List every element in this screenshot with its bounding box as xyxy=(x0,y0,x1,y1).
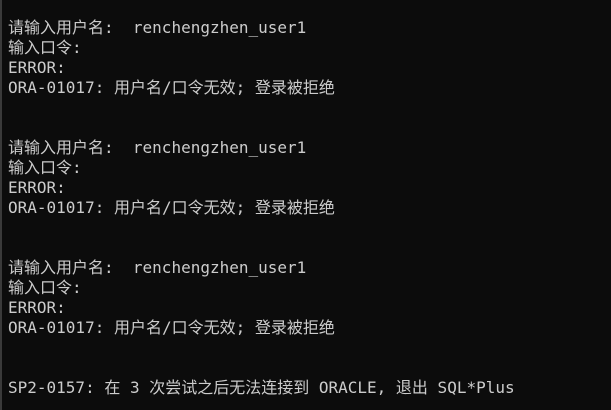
username-value: renchengzhen_user1 xyxy=(132,258,307,277)
error-label: ERROR: xyxy=(8,58,66,77)
login-attempt-1: 请输入用户名: renchengzhen_user1 输入口令: ERROR: … xyxy=(8,18,611,138)
password-prompt: 输入口令: xyxy=(8,158,82,177)
username-value: renchengzhen_user1 xyxy=(132,18,307,37)
error-label: ERROR: xyxy=(8,298,66,317)
username-prompt: 请输入用户名: xyxy=(8,138,133,157)
final-error-message: SP2-0157: 在 3 次尝试之后无法连接到 ORACLE, 退出 SQL*… xyxy=(8,378,515,397)
error-label: ERROR: xyxy=(8,178,66,197)
password-prompt: 输入口令: xyxy=(8,278,82,297)
username-prompt: 请输入用户名: xyxy=(8,18,133,37)
username-value: renchengzhen_user1 xyxy=(132,138,307,157)
terminal-output[interactable]: 请输入用户名: renchengzhen_user1 输入口令: ERROR: … xyxy=(8,18,611,398)
error-message: ORA-01017: 用户名/口令无效; 登录被拒绝 xyxy=(8,198,335,217)
username-prompt: 请输入用户名: xyxy=(8,258,133,277)
error-message: ORA-01017: 用户名/口令无效; 登录被拒绝 xyxy=(8,318,335,337)
error-message: ORA-01017: 用户名/口令无效; 登录被拒绝 xyxy=(8,78,335,97)
login-attempt-3: 请输入用户名: renchengzhen_user1 输入口令: ERROR: … xyxy=(8,258,611,378)
password-prompt: 输入口令: xyxy=(8,38,82,57)
window-left-border xyxy=(0,0,2,410)
login-attempt-2: 请输入用户名: renchengzhen_user1 输入口令: ERROR: … xyxy=(8,138,611,258)
